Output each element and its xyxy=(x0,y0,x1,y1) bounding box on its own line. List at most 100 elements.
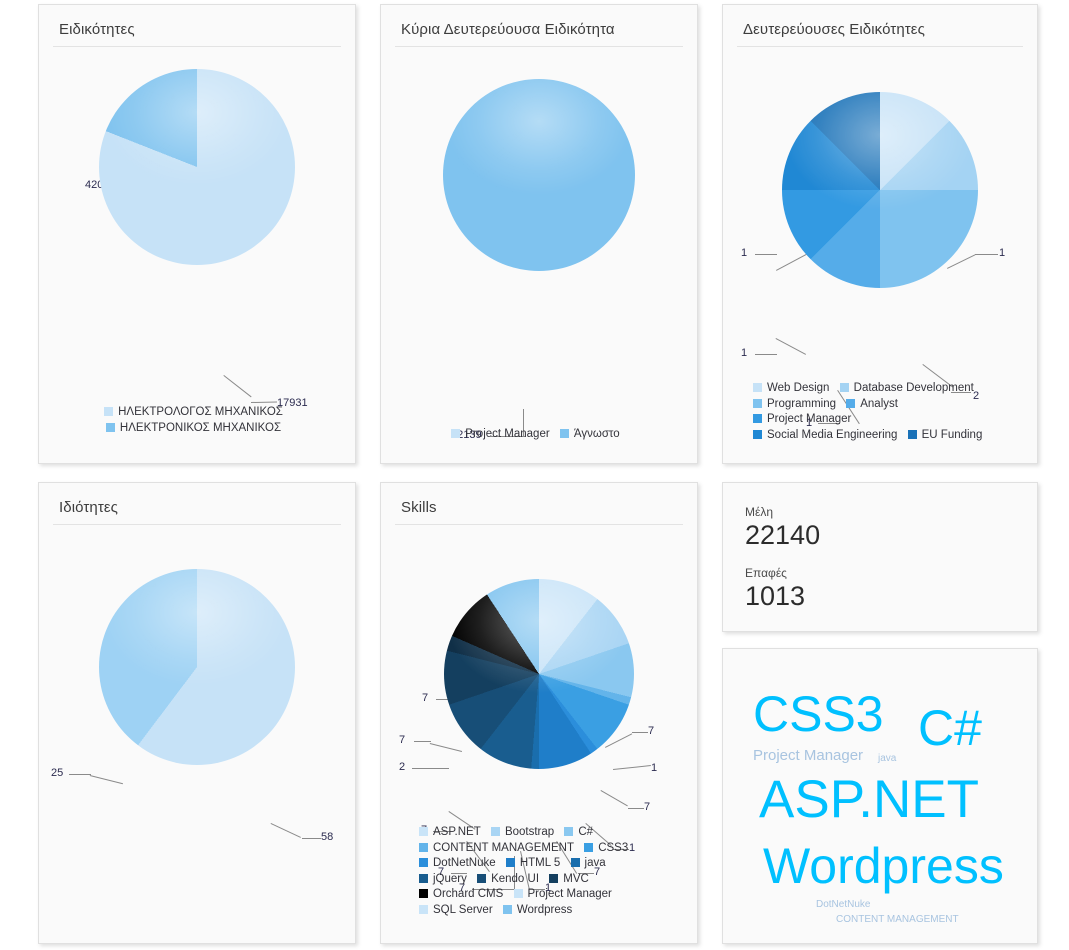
legend-swatch-icon xyxy=(502,904,512,914)
legend-item[interactable]: Social Media Engineering xyxy=(753,428,897,444)
slice-label-25: 25 xyxy=(51,767,64,779)
slice-label: 7 xyxy=(422,692,429,704)
legend-item[interactable]: ΗΛΕΚΤΡΟΛΟΓΟΣ ΜΗΧΑΝΙΚΟΣ xyxy=(104,405,283,421)
legend-item[interactable]: Web Design xyxy=(753,381,829,397)
legend-swatch-icon xyxy=(846,398,856,408)
leader-line xyxy=(775,338,807,355)
legend-item[interactable]: CONTENT MANAGEMENT xyxy=(419,841,574,857)
pie-slices xyxy=(782,92,978,288)
legend-swatch-icon xyxy=(584,842,594,852)
panel-specialties: Ειδικότητες 4209 17931 ΗΛΕΚΤΡΟΛΟΓΟΣ ΜΗΧΑ… xyxy=(38,4,356,464)
cloud-word[interactable]: CONTENT MANAGEMENT xyxy=(836,914,959,925)
legend-item[interactable]: Bootstrap xyxy=(490,825,554,841)
legend-item[interactable]: Άγνωστο xyxy=(559,427,620,443)
leader-line xyxy=(302,838,321,839)
legend-label: Άγνωστο xyxy=(573,428,620,440)
slice-label: 1 xyxy=(741,347,748,359)
stat-value-contacts: 1013 xyxy=(745,581,806,611)
legend-item[interactable]: Project Manager xyxy=(451,427,550,443)
legend-item[interactable]: Database Development xyxy=(839,381,974,397)
legend-item[interactable]: Kendo UI xyxy=(477,872,539,888)
legend-item[interactable]: Programming xyxy=(753,397,836,413)
legend-label: Web Design xyxy=(767,382,830,394)
cloud-word[interactable]: C# xyxy=(918,699,982,757)
legend-item[interactable]: ASP.NET xyxy=(419,825,481,841)
legend-swatch-icon xyxy=(505,858,515,867)
pie-main-secondary-specialty xyxy=(443,79,635,271)
cloud-word[interactable]: ASP.NET xyxy=(759,769,979,830)
legend-swatch-icon xyxy=(104,407,114,416)
panel-main-secondary-specialty: Κύρια Δευτερεύουσα Ειδικότητα 1 22139 Pr… xyxy=(380,4,698,464)
legend-label: ΗΛΕΚΤΡΟΛΟΓΟΣ ΜΗΧΑΝΙΚΟΣ xyxy=(118,406,283,418)
legend-secondary-specialties: Web Design Database Development Programm… xyxy=(723,381,1037,443)
panel-word-cloud: CSS3 C# Project Manager java ASP.NET Wor… xyxy=(722,648,1038,944)
legend-specialties: ΗΛΕΚΤΡΟΛΟΓΟΣ ΜΗΧΑΝΙΚΟΣ ΗΛΕΚΤΡΟΝΙΚΟΣ ΜΗΧΑ… xyxy=(39,405,355,436)
panel-title-secondary-specialties: Δευτερεύουσες Ειδικότητες xyxy=(737,5,1023,47)
legend-swatch-icon xyxy=(564,827,574,836)
legend-item[interactable]: MVC xyxy=(549,872,589,888)
leader-line xyxy=(89,775,123,785)
pie-slices xyxy=(443,79,635,271)
legend-item[interactable]: C# xyxy=(564,825,593,841)
legend-label: Analyst xyxy=(860,397,898,410)
legend-label: jQuery xyxy=(433,872,467,885)
slice-label: 7 xyxy=(644,801,651,813)
pie-slices xyxy=(99,69,295,265)
legend-swatch-icon xyxy=(839,383,849,392)
legend-item[interactable]: Project Manager xyxy=(513,887,612,903)
leader-line xyxy=(755,354,777,355)
legend-swatch-icon xyxy=(419,904,428,914)
legend-swatch-icon xyxy=(513,889,523,898)
legend-label: HTML 5 xyxy=(519,857,561,869)
legend-label: CSS3 xyxy=(598,841,629,854)
legend-label: SQL Server xyxy=(433,903,493,916)
legend-item[interactable]: Orchard CMS xyxy=(419,887,503,903)
legend-item[interactable]: Project Manager xyxy=(753,412,851,428)
stat-label-members: Μέλη xyxy=(745,505,774,519)
pie-skills xyxy=(444,579,634,769)
chart-secondary-specialties: 1 1 2 1 1 1 1 xyxy=(723,92,1037,429)
legend-item[interactable]: CSS3 xyxy=(584,841,628,857)
legend-item[interactable]: DotNetNuke xyxy=(419,856,496,872)
panel-title-specialties: Ειδικότητες xyxy=(53,5,341,47)
leader-line xyxy=(69,774,91,775)
legend-label: Social Media Engineering xyxy=(767,428,898,441)
slice-label: 1 xyxy=(741,247,748,259)
cloud-word[interactable]: DotNetNuke xyxy=(816,899,870,910)
legend-label: DotNetNuke xyxy=(433,857,496,869)
dashboard: Ειδικότητες 4209 17931 ΗΛΕΚΤΡΟΛΟΓΟΣ ΜΗΧΑ… xyxy=(0,0,1069,950)
legend-swatch-icon xyxy=(753,383,762,392)
legend-item[interactable]: Analyst xyxy=(846,397,898,413)
chart-specialties: 4209 17931 xyxy=(39,69,355,409)
slice-label: 2 xyxy=(399,761,406,773)
cloud-word[interactable]: Wordpress xyxy=(763,837,1004,895)
slice-label: 7 xyxy=(399,734,406,746)
pie-properties xyxy=(99,569,295,765)
cloud-word[interactable]: Project Manager xyxy=(753,747,863,764)
legend-item[interactable]: SQL Server xyxy=(419,903,493,919)
legend-label: Project Manager xyxy=(767,413,852,425)
legend-item[interactable]: Wordpress xyxy=(502,903,572,919)
legend-item[interactable]: EU Funding xyxy=(907,428,982,444)
legend-item[interactable]: jQuery xyxy=(419,872,467,888)
legend-item[interactable]: ΗΛΕΚΤΡΟΝΙΚΟΣ ΜΗΧΑΝΙΚΟΣ xyxy=(105,421,281,437)
legend-label: Project Manager xyxy=(527,888,612,900)
panel-title-skills: Skills xyxy=(395,483,683,525)
cloud-word[interactable]: java xyxy=(878,753,896,764)
cloud-word[interactable]: CSS3 xyxy=(753,685,884,743)
legend-item[interactable]: HTML 5 xyxy=(505,856,561,872)
legend-main-secondary-specialty: Project Manager Άγνωστο xyxy=(381,427,697,443)
legend-label: Programming xyxy=(767,397,837,410)
pie-slices xyxy=(444,579,634,769)
legend-swatch-icon xyxy=(570,858,580,867)
pie-slices xyxy=(99,569,295,765)
panel-skills: Skills 8 7 7 1 7 1 7 1 7 xyxy=(380,482,698,944)
leader-line xyxy=(270,823,301,838)
stat-value-members: 22140 xyxy=(745,520,821,550)
legend-label: ASP.NET xyxy=(433,826,481,838)
legend-label: C# xyxy=(578,826,594,838)
legend-swatch-icon xyxy=(559,429,569,438)
slice-label: 1 xyxy=(999,247,1006,259)
legend-item[interactable]: java xyxy=(570,856,606,872)
leader-line xyxy=(414,741,431,742)
